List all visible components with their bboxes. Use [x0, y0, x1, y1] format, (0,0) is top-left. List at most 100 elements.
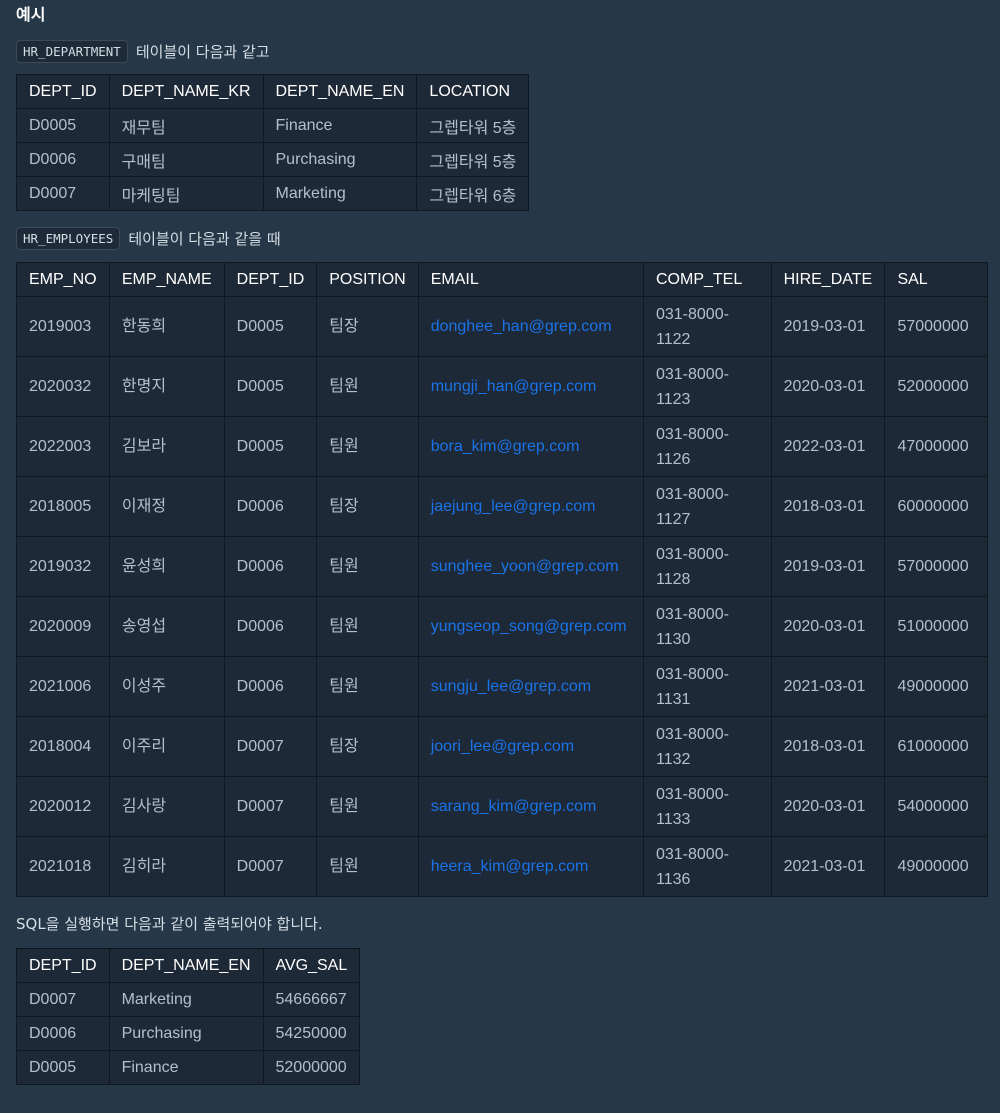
result-table-row: D0007 Marketing 54666667 [16, 982, 361, 1017]
email-link[interactable]: heera_kim@grep.com [431, 858, 589, 875]
dept-table-cell: Marketing [262, 176, 418, 211]
result-table-cell: 54250000 [262, 1016, 361, 1051]
emp-table-cell: heera_kim@grep.com [417, 836, 644, 897]
emp-table-cell: D0005 [223, 416, 318, 477]
dept-table-header-cell: DEPT_ID [16, 74, 110, 109]
result-table-cell: D0005 [16, 1050, 110, 1085]
emp-table-caption: HR_EMPLOYEES 테이블이 다음과 같을 때 [16, 225, 988, 251]
emp-table-cell: 이주리 [108, 716, 225, 777]
emp-table-cell: 김보라 [108, 416, 225, 477]
emp-table-cell: 49000000 [884, 656, 988, 717]
emp-table-cell: D0006 [223, 596, 318, 657]
dept-table-cell: Finance [262, 108, 418, 143]
dept-table-cell: 그렙타워 5층 [416, 108, 530, 143]
emp-table-cell: D0007 [223, 776, 318, 837]
dept-table-cell: D0007 [16, 176, 110, 211]
emp-table-cell: 송영섭 [108, 596, 225, 657]
emp-table-cell: 팀장 [316, 476, 419, 537]
dept-table-cell: D0005 [16, 108, 110, 143]
emp-table-row: 2020032 한명지 D0005 팀원 mungji_han@grep.com 031-… [16, 356, 988, 417]
emp-table-cell: sarang_kim@grep.com [417, 776, 644, 837]
result-table-row: D0006 Purchasing 54250000 [16, 1016, 361, 1051]
emp-table-header-cell: EMP_NO [16, 262, 110, 297]
email-link[interactable]: sarang_kim@grep.com [431, 798, 597, 815]
emp-table-header-row: EMP_NO EMP_NAME DEPT_ID POSITION EMAIL COMP_T… [16, 262, 988, 297]
problem-example-section: 예시 HR_DEPARTMENT 테이블이 다음과 같고 DEPT_ID DEPT… [0, 0, 1000, 1085]
emp-table-cell: 2019003 [16, 296, 110, 357]
emp-table-cell: 팀원 [316, 536, 419, 597]
emp-table-cell: 54000000 [884, 776, 988, 837]
emp-table-header-cell: COMP_TEL [642, 262, 772, 297]
email-link[interactable]: sunghee_yoon@grep.com [431, 558, 619, 575]
emp-table-cell: 팀원 [316, 416, 419, 477]
email-link[interactable]: sungju_lee@grep.com [431, 678, 591, 695]
emp-table-row: 2019032 윤성희 D0006 팀원 sunghee_yoon@grep.com 03… [16, 536, 988, 597]
emp-table: EMP_NO EMP_NAME DEPT_ID POSITION EMAIL COMP_T… [16, 262, 988, 897]
emp-table-cell: 031-8000-1136 [642, 836, 772, 897]
dept-table-row: D0006 구매팀 Purchasing 그렙타워 5층 [16, 142, 530, 177]
emp-table-cell: 윤성희 [108, 536, 225, 597]
result-table-header-cell: DEPT_NAME_EN [108, 948, 264, 983]
result-table-cell: 54666667 [262, 982, 361, 1017]
dept-table-row: D0005 재무팀 Finance 그렙타워 5층 [16, 108, 530, 143]
emp-table-cell: 2018005 [16, 476, 110, 537]
email-link[interactable]: joori_lee@grep.com [431, 738, 574, 755]
dept-table-cell: 마케팅팀 [108, 176, 264, 211]
emp-table-cell: 57000000 [884, 536, 988, 597]
result-table-header-row: DEPT_ID DEPT_NAME_EN AVG_SAL [16, 948, 361, 983]
dept-table-header-cell: DEPT_NAME_KR [108, 74, 264, 109]
emp-table-cell: 팀원 [316, 656, 419, 717]
emp-table-cell: 031-8000-1127 [642, 476, 772, 537]
emp-table-header-cell: POSITION [316, 262, 419, 297]
emp-table-cell: 2021-03-01 [770, 656, 886, 717]
email-link[interactable]: donghee_han@grep.com [431, 318, 612, 335]
emp-table-row: 2021018 김히라 D0007 팀원 heera_kim@grep.com 031-8… [16, 836, 988, 897]
result-table-cell: Marketing [108, 982, 264, 1017]
emp-table-cell: 2020009 [16, 596, 110, 657]
dept-table-header-cell: DEPT_NAME_EN [262, 74, 418, 109]
email-link[interactable]: bora_kim@grep.com [431, 438, 580, 455]
dept-table-name-chip: HR_DEPARTMENT [16, 39, 128, 63]
emp-table-cell: 김히라 [108, 836, 225, 897]
emp-table-cell: jaejung_lee@grep.com [417, 476, 644, 537]
emp-table-cell: 031-8000-1123 [642, 356, 772, 417]
result-table-cell: Finance [108, 1050, 264, 1085]
emp-table-cell: mungji_han@grep.com [417, 356, 644, 417]
emp-table-cell: 2021-03-01 [770, 836, 886, 897]
dept-table: DEPT_ID DEPT_NAME_KR DEPT_NAME_EN LOCATION … [16, 74, 530, 211]
emp-table-header-cell: HIRE_DATE [770, 262, 886, 297]
emp-table-name-chip: HR_EMPLOYEES [16, 226, 121, 250]
result-table-body: D0007 Marketing 54666667 D0006 Purchasing 542… [16, 982, 361, 1085]
dept-table-cell: 그렙타워 6층 [416, 176, 530, 211]
emp-table-cell: 2018-03-01 [770, 716, 886, 777]
emp-table-cell: 2020012 [16, 776, 110, 837]
emp-table-row: 2021006 이성주 D0006 팀원 sungju_lee@grep.com 031-… [16, 656, 988, 717]
result-table-cell: Purchasing [108, 1016, 264, 1051]
emp-table-row: 2018004 이주리 D0007 팀장 joori_lee@grep.com 031-8… [16, 716, 988, 777]
emp-table-cell: 57000000 [884, 296, 988, 357]
result-table-row: D0005 Finance 52000000 [16, 1050, 361, 1085]
emp-table-cell: 2021006 [16, 656, 110, 717]
dept-table-caption: HR_DEPARTMENT 테이블이 다음과 같고 [16, 38, 988, 64]
emp-table-cell: D0007 [223, 836, 318, 897]
emp-table-cell: joori_lee@grep.com [417, 716, 644, 777]
dept-table-cell: 구매팀 [108, 142, 264, 177]
emp-table-cell: 팀장 [316, 296, 419, 357]
emp-table-cell: D0007 [223, 716, 318, 777]
emp-table-cell: 031-8000-1128 [642, 536, 772, 597]
emp-table-cell: 이성주 [108, 656, 225, 717]
dept-table-header-row: DEPT_ID DEPT_NAME_KR DEPT_NAME_EN LOCATION [16, 74, 530, 109]
email-link[interactable]: mungji_han@grep.com [431, 378, 597, 395]
emp-table-cell: 2019-03-01 [770, 296, 886, 357]
emp-table-row: 2020009 송영섭 D0006 팀원 yungseop_song@grep.com 0… [16, 596, 988, 657]
emp-table-row: 2022003 김보라 D0005 팀원 bora_kim@grep.com 031-80… [16, 416, 988, 477]
emp-table-cell: 팀원 [316, 776, 419, 837]
emp-table-cell: 031-8000-1133 [642, 776, 772, 837]
emp-table-cell: 2020032 [16, 356, 110, 417]
email-link[interactable]: yungseop_song@grep.com [431, 618, 627, 635]
emp-table-cell: 팀원 [316, 836, 419, 897]
emp-table-cell: 팀원 [316, 596, 419, 657]
email-link[interactable]: jaejung_lee@grep.com [431, 498, 596, 515]
emp-table-cell: D0006 [223, 656, 318, 717]
result-description: SQL을 실행하면 다음과 같이 출력되어야 합니다. [16, 915, 323, 933]
